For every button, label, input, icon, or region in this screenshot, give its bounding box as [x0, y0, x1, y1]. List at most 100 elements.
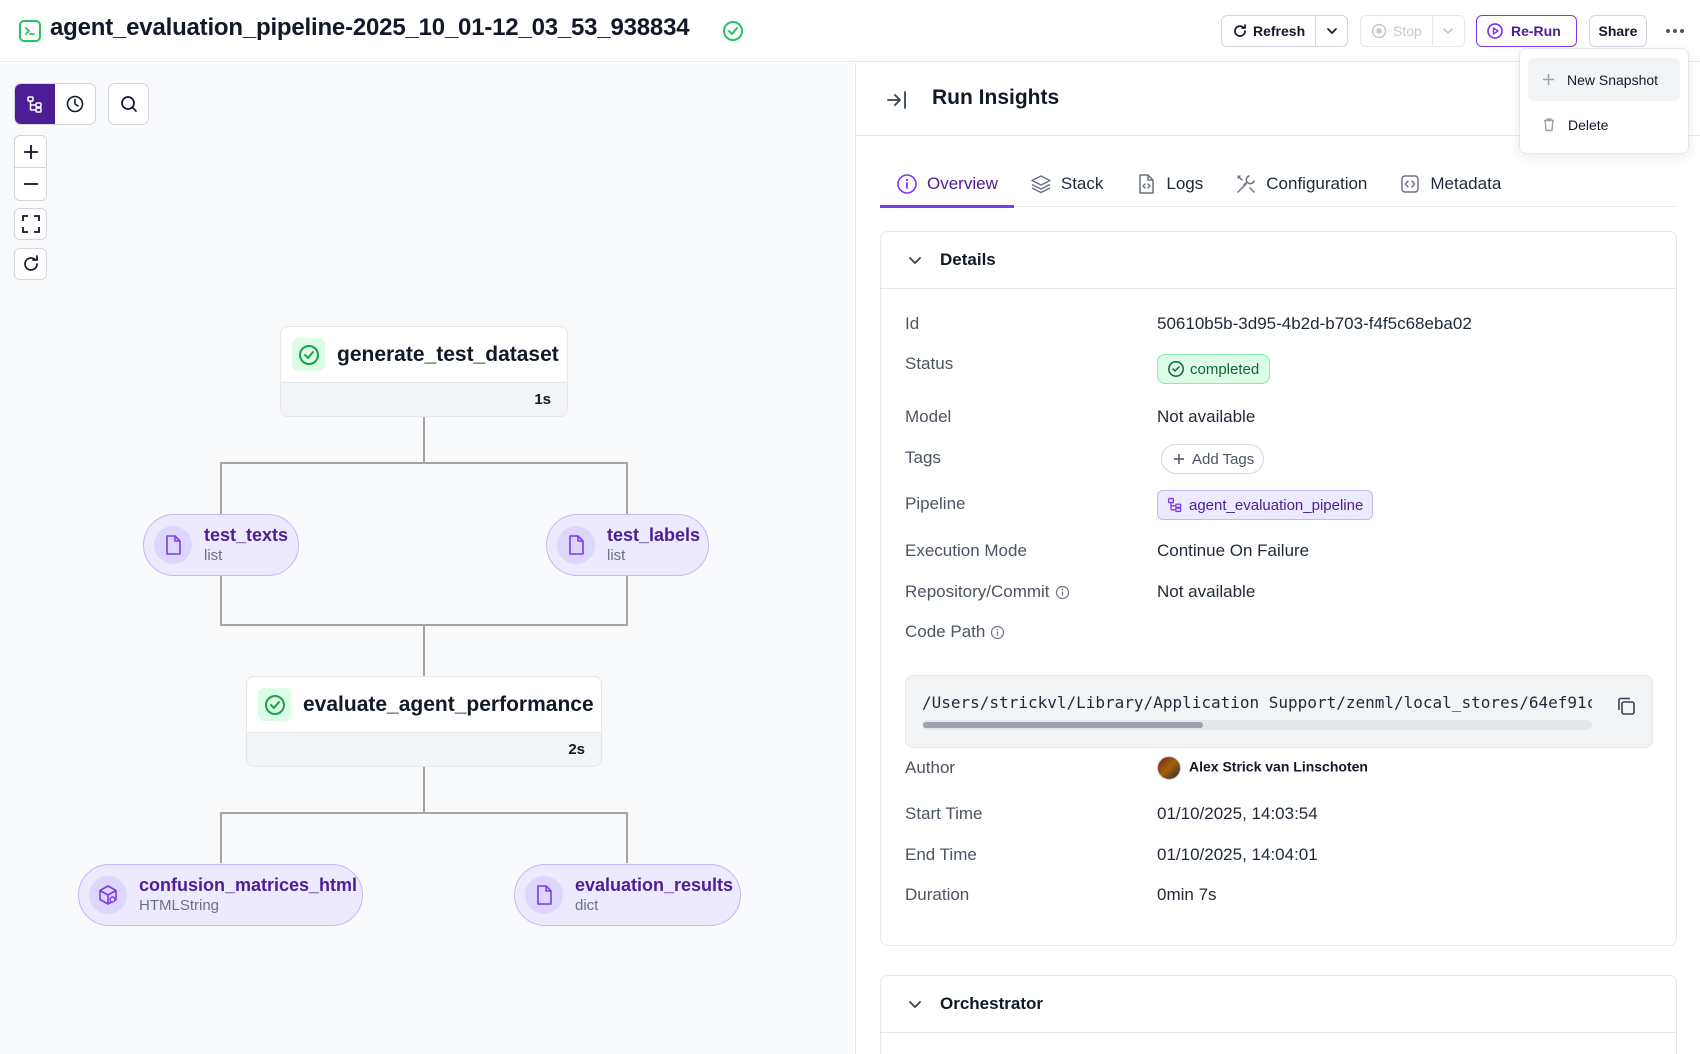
detail-label: Status — [905, 354, 954, 373]
share-label: Share — [1598, 23, 1638, 39]
chevron-down-icon — [1442, 28, 1453, 35]
orchestrator-card: Orchestrator — [880, 975, 1677, 1054]
check-circle-icon — [722, 20, 744, 47]
stop-options-button[interactable] — [1433, 16, 1463, 46]
artifact-node[interactable]: evaluation_results dict — [514, 864, 741, 926]
step-node[interactable]: evaluate_agent_performance 2s — [246, 676, 602, 767]
refresh-options-button[interactable] — [1316, 16, 1347, 46]
tab-metadata[interactable]: Metadata — [1383, 161, 1517, 207]
duration-value: 0min 7s — [1157, 885, 1217, 904]
details-header[interactable]: Details — [881, 232, 1676, 289]
rerun-label: Re-Run — [1511, 23, 1561, 39]
artifact-type: list — [607, 547, 626, 564]
tab-label: Metadata — [1430, 174, 1502, 193]
more-options-icon[interactable] — [1664, 20, 1686, 42]
tab-label: Overview — [927, 174, 998, 193]
artifact-name: test_labels — [607, 525, 701, 545]
horizontal-scrollbar[interactable] — [922, 720, 1592, 730]
execution-mode-value: Continue On Failure — [1157, 541, 1310, 560]
rerun-button[interactable]: Re-Run — [1476, 15, 1577, 47]
panel-title: Run Insights — [932, 86, 1060, 109]
top-header: agent_evaluation_pipeline-2025_10_01-12_… — [0, 0, 1700, 62]
info-icon[interactable] — [1055, 585, 1070, 600]
detail-label: Execution Mode — [905, 541, 1027, 560]
pipeline-name: agent_evaluation_pipeline — [1189, 496, 1364, 514]
page-title: agent_evaluation_pipeline-2025_10_01-12_… — [50, 14, 690, 41]
chevron-down-icon — [1326, 28, 1337, 35]
code-path-box: /Users/strickvl/Library/Application Supp… — [905, 675, 1653, 748]
tab-label: Logs — [1166, 174, 1204, 193]
copy-icon[interactable] — [1615, 695, 1637, 722]
author-name: Alex Strick van Linschoten — [1189, 758, 1368, 775]
start-time-value: 01/10/2025, 14:03:54 — [1157, 804, 1318, 823]
file-icon — [557, 526, 595, 564]
detail-label: Id — [905, 314, 920, 333]
artifact-node[interactable]: test_texts list — [143, 514, 299, 576]
panel-tabs: Overview Stack Logs Configuration Metada… — [880, 161, 1677, 208]
more-options-menu: New Snapshot Delete — [1519, 48, 1689, 154]
detail-label: Model — [905, 407, 952, 426]
step-duration: 1s — [281, 382, 567, 416]
stop-icon — [1371, 23, 1387, 39]
details-card: Details Id 50610b5b-3d95-4b2d-b703-f4f5c… — [880, 231, 1677, 946]
refresh-button-group: Refresh — [1221, 15, 1348, 47]
artifact-type: dict — [575, 897, 599, 914]
add-tags-button[interactable]: Add Tags — [1161, 444, 1265, 474]
artifact-node[interactable]: test_labels list — [546, 514, 709, 576]
orchestrator-heading: Orchestrator — [940, 994, 1043, 1013]
add-tags-label: Add Tags — [1192, 450, 1255, 468]
tab-logs[interactable]: Logs — [1119, 161, 1219, 207]
step-node[interactable]: generate_test_dataset 1s — [280, 326, 568, 417]
file-code-icon — [1139, 174, 1155, 194]
refresh-label: Refresh — [1253, 23, 1306, 39]
dag-icon — [1167, 497, 1182, 513]
detail-label: Tags — [905, 448, 941, 467]
orchestrator-header[interactable]: Orchestrator — [881, 976, 1676, 1033]
file-icon — [154, 526, 192, 564]
trash-icon — [1544, 118, 1554, 132]
step-name: generate_test_dataset — [337, 342, 559, 366]
model-value: Not available — [1157, 407, 1256, 426]
new-snapshot-menu-item[interactable]: New Snapshot — [1528, 58, 1680, 101]
html-package-icon — [89, 876, 127, 914]
file-icon — [525, 876, 563, 914]
layers-icon — [1031, 175, 1051, 194]
info-icon[interactable] — [990, 625, 1005, 640]
refresh-button[interactable]: Refresh — [1222, 16, 1317, 46]
stop-button[interactable]: Stop — [1361, 16, 1433, 46]
tab-stack[interactable]: Stack — [1014, 161, 1120, 207]
artifact-type: HTMLString — [139, 897, 220, 914]
terminal-icon — [19, 20, 41, 42]
detail-label: Duration — [905, 885, 970, 904]
chevron-down-icon — [909, 1001, 921, 1009]
menu-item-label: Delete — [1568, 116, 1609, 133]
detail-label-with-info: Code Path — [905, 622, 1005, 642]
collapse-panel-icon[interactable] — [885, 88, 909, 117]
check-circle-icon — [258, 688, 291, 721]
detail-label: Pipeline — [905, 494, 966, 513]
delete-menu-item[interactable]: Delete — [1528, 103, 1680, 146]
tab-label: Stack — [1060, 174, 1104, 193]
dag-canvas[interactable]: generate_test_dataset 1s evaluate_agent_… — [0, 63, 854, 1054]
status-badge: completed — [1157, 354, 1271, 384]
tab-configuration[interactable]: Configuration — [1219, 161, 1383, 207]
artifact-type: list — [204, 547, 223, 564]
tab-label: Configuration — [1266, 174, 1368, 193]
detail-label: Start Time — [905, 804, 983, 823]
artifact-name: confusion_matrices_html — [139, 875, 358, 895]
detail-label: Repository/Commit — [905, 582, 1050, 601]
detail-label: Author — [905, 758, 956, 777]
tools-icon — [1237, 175, 1256, 193]
refresh-icon — [1234, 24, 1246, 37]
scrollbar-thumb[interactable] — [923, 722, 1203, 728]
chevron-down-icon — [909, 257, 921, 265]
artifact-node[interactable]: confusion_matrices_html HTMLString — [78, 864, 363, 926]
pipeline-link[interactable]: agent_evaluation_pipeline — [1157, 490, 1374, 520]
stop-button-group: Stop — [1360, 15, 1465, 47]
plus-icon — [1174, 454, 1184, 464]
tab-overview[interactable]: Overview — [880, 161, 1014, 208]
share-button[interactable]: Share — [1589, 15, 1647, 47]
detail-label: Code Path — [905, 622, 986, 641]
code-box-icon — [1401, 175, 1420, 193]
artifact-name: evaluation_results — [575, 875, 734, 895]
